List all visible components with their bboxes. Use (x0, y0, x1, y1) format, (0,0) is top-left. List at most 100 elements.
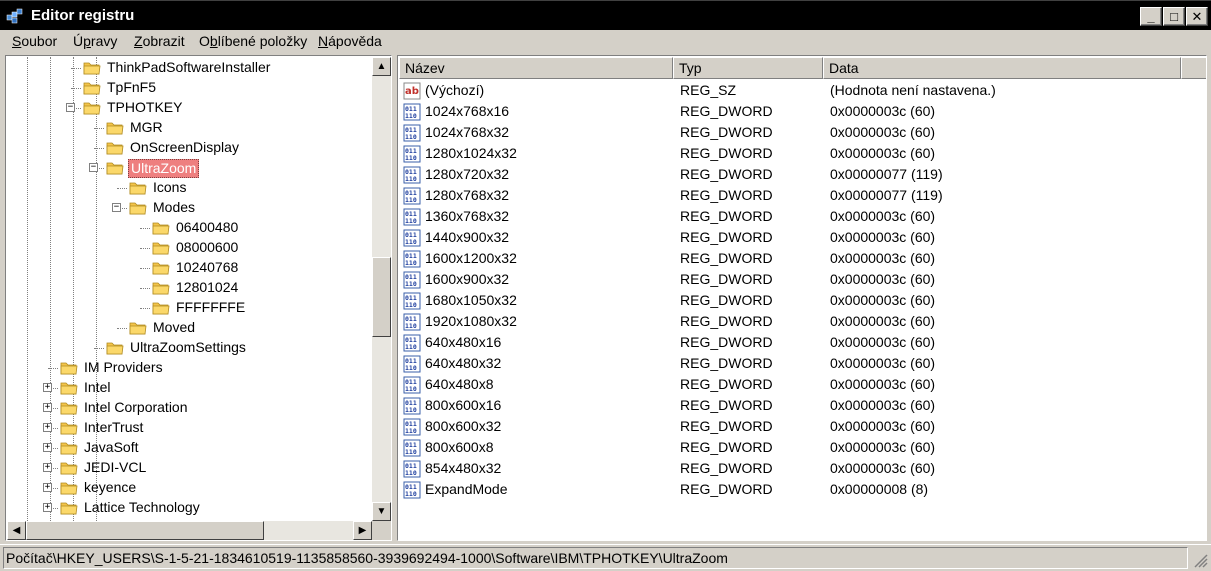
tree-vscroll-thumb[interactable] (372, 257, 391, 337)
tree-node-label: 12801024 (176, 279, 239, 295)
value-data: 0x0000003c (60) (830, 334, 936, 350)
svg-text:110: 110 (405, 301, 417, 309)
folder-icon (60, 362, 78, 375)
binary-value-icon: 011110 (403, 460, 421, 478)
folder-icon (60, 482, 78, 495)
value-row[interactable]: ab (Výchozí) REG_SZ (Hodnota není nastavena… (399, 80, 1199, 101)
scroll-left-arrow-icon[interactable]: ◀ (7, 521, 26, 540)
value-type: REG_DWORD (680, 124, 773, 140)
svg-text:110: 110 (405, 280, 417, 288)
binary-value-icon: 011110 (403, 397, 421, 415)
value-name: 800x600x8 (425, 439, 494, 455)
registry-key-tree[interactable]: ThinkPadSoftwareInstaller TpFnF5 TPHOTKEY −… (5, 55, 392, 541)
svg-text:110: 110 (405, 343, 417, 351)
column-header-type[interactable]: Typ (673, 57, 823, 79)
value-row[interactable]: 011 110 640x480x32 REG_DWORD 0x0000003c (60) (399, 353, 1199, 374)
minimize-button[interactable]: _ (1140, 7, 1162, 26)
value-row[interactable]: 011 110 800x600x16 REG_DWORD 0x0000003c (60) (399, 395, 1199, 416)
expand-plus-icon[interactable]: + (43, 443, 52, 452)
tree-node-label: OnScreenDisplay (130, 139, 239, 155)
value-row[interactable]: 011 110 1280x768x32 REG_DWORD 0x00000077 (11… (399, 185, 1199, 206)
binary-value-icon: 011110 (403, 376, 421, 394)
tree-node-label: 10240768 (176, 259, 239, 275)
menu-zobrazit[interactable]: Zobrazit (134, 33, 185, 49)
scroll-right-arrow-icon[interactable]: ▶ (353, 521, 372, 540)
value-row[interactable]: 011 110 640x480x16 REG_DWORD 0x0000003c (60) (399, 332, 1199, 353)
expand-plus-icon[interactable]: + (43, 423, 52, 432)
menu-upravy[interactable]: Úpravy (73, 33, 117, 49)
status-bar: Počítač\HKEY_USERS\S-1-5-21-1834610519-1… (0, 544, 1211, 571)
tree-connector (140, 228, 150, 229)
collapse-minus-icon[interactable]: − (89, 163, 98, 172)
registry-values-list[interactable]: Název Typ Data ab (Výchozí) REG_SZ (Hodnota… (397, 55, 1207, 541)
value-row[interactable]: 011 110 1024x768x16 REG_DWORD 0x0000003c (60… (399, 101, 1199, 122)
value-name: 1440x900x32 (425, 229, 510, 245)
binary-value-icon: 011110 (403, 418, 421, 436)
expand-plus-icon[interactable]: + (43, 383, 52, 392)
maximize-button[interactable]: □ (1163, 7, 1185, 26)
menu-soubor[interactable]: Soubor (12, 33, 57, 49)
value-data: 0x0000003c (60) (830, 145, 936, 161)
value-row[interactable]: 011 110 1280x1024x32 REG_DWORD 0x0000003c (6… (399, 143, 1199, 164)
expand-plus-icon[interactable]: + (43, 463, 52, 472)
value-type: REG_DWORD (680, 376, 773, 392)
menu-oblibene-polozky[interactable]: Oblíbené položky (199, 33, 307, 49)
value-row[interactable]: 011 110 1280x720x32 REG_DWORD 0x00000077 (11… (399, 164, 1199, 185)
tree-vertical-scrollbar[interactable]: ▲ ▼ (372, 57, 391, 521)
folder-icon (152, 262, 170, 275)
tree-connector (140, 268, 150, 269)
scroll-up-arrow-icon[interactable]: ▲ (372, 57, 391, 76)
column-header-name[interactable]: Název (399, 57, 673, 79)
value-row[interactable]: 011 110 1440x900x32 REG_DWORD 0x0000003c (60… (399, 227, 1199, 248)
tree-content: ThinkPadSoftwareInstaller TpFnF5 TPHOTKEY −… (7, 57, 372, 521)
value-data: 0x0000003c (60) (830, 397, 936, 413)
menu-napoveda[interactable]: Nápověda (318, 33, 382, 49)
svg-text:110: 110 (405, 490, 417, 498)
folder-icon (129, 322, 147, 335)
expand-plus-icon[interactable]: + (43, 403, 52, 412)
value-row[interactable]: 011 110 1360x768x32 REG_DWORD 0x0000003c (60… (399, 206, 1199, 227)
tree-node-label: 06400480 (176, 219, 239, 235)
tree-node-label: InterTrust (84, 419, 144, 435)
value-data: 0x0000003c (60) (830, 292, 936, 308)
scrollbar-corner (372, 521, 391, 540)
value-row[interactable]: 011 110 1024x768x32 REG_DWORD 0x0000003c (60… (399, 122, 1199, 143)
value-row[interactable]: 011 110 1600x1200x32 REG_DWORD 0x0000003c (6… (399, 248, 1199, 269)
collapse-minus-icon[interactable]: − (112, 203, 121, 212)
value-type: REG_DWORD (680, 418, 773, 434)
resize-grip-icon[interactable] (1194, 554, 1208, 568)
value-row[interactable]: 011 110 1920x1080x32 REG_DWORD 0x0000003c (6… (399, 311, 1199, 332)
value-type: REG_DWORD (680, 103, 773, 119)
expand-plus-icon[interactable]: + (43, 503, 52, 512)
scroll-down-arrow-icon[interactable]: ▼ (372, 502, 391, 521)
tree-node-label: Intel (84, 379, 111, 395)
svg-text:110: 110 (405, 154, 417, 162)
expand-plus-icon[interactable]: + (43, 483, 52, 492)
svg-text:110: 110 (405, 427, 417, 435)
value-row[interactable]: 011 110 640x480x8 REG_DWORD 0x0000003c (60) (399, 374, 1199, 395)
svg-text:ab: ab (405, 86, 419, 97)
tree-node-label: UltraZoomSettings (130, 339, 246, 355)
tree-connector (140, 288, 150, 289)
value-name: 1024x768x16 (425, 103, 510, 119)
value-type: REG_DWORD (680, 313, 773, 329)
collapse-minus-icon[interactable]: − (66, 103, 75, 112)
folder-icon (152, 282, 170, 295)
value-row[interactable]: 011 110 ExpandMode REG_DWORD 0x00000008 (8) (399, 479, 1199, 500)
tree-hscroll-thumb[interactable] (26, 521, 264, 540)
value-row[interactable]: 011 110 800x600x8 REG_DWORD 0x0000003c (60) (399, 437, 1199, 458)
value-row[interactable]: 011 110 1600x900x32 REG_DWORD 0x0000003c (60… (399, 269, 1199, 290)
value-row[interactable]: 011 110 800x600x32 REG_DWORD 0x0000003c (60) (399, 416, 1199, 437)
close-button[interactable]: ✕ (1186, 7, 1208, 26)
value-name: 1600x900x32 (425, 271, 510, 287)
value-row[interactable]: 011 110 1680x1050x32 REG_DWORD 0x0000003c (6… (399, 290, 1199, 311)
value-data: 0x0000003c (60) (830, 418, 936, 434)
folder-icon (60, 442, 78, 455)
value-type: REG_DWORD (680, 250, 773, 266)
tree-connector (94, 148, 104, 149)
column-header-data[interactable]: Data (823, 57, 1181, 79)
value-row[interactable]: 011 110 854x480x32 REG_DWORD 0x0000003c (60) (399, 458, 1199, 479)
tree-horizontal-scrollbar[interactable]: ◀ ▶ (7, 521, 372, 540)
tree-node-label: TPHOTKEY (107, 99, 183, 115)
folder-icon (152, 302, 170, 315)
